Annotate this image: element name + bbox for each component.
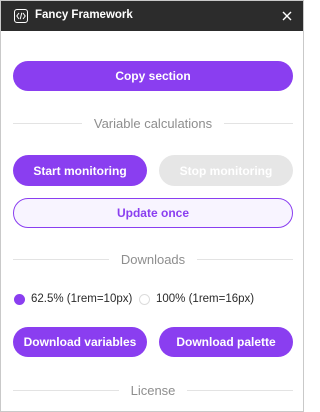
divider-line — [197, 258, 294, 260]
radio-label: 100% (1rem=16px) — [156, 293, 255, 305]
stop-monitoring-button[interactable]: Stop monitoring — [159, 155, 293, 186]
radio-unselected-icon[interactable] — [139, 293, 150, 305]
variable-calculations-heading: Variable calculations — [93, 115, 213, 131]
download-palette-button[interactable]: Download palette — [159, 327, 293, 357]
start-monitoring-button[interactable]: Start monitoring — [13, 155, 147, 186]
radio-option-100[interactable]: 100% (1rem=16px) — [139, 293, 254, 305]
copy-section-button[interactable]: Copy section — [13, 61, 293, 91]
update-once-button[interactable]: Update once — [13, 198, 293, 228]
divider-line — [13, 389, 119, 391]
divider-line — [13, 122, 82, 124]
code-icon — [14, 9, 28, 23]
divider-line — [13, 258, 109, 260]
downloads-heading: Downloads — [120, 251, 186, 267]
license-heading: License — [130, 382, 176, 398]
download-variables-button[interactable]: Download variables — [13, 327, 147, 357]
downloads-divider: Downloads — [13, 250, 294, 268]
divider-line — [224, 122, 293, 124]
window-title: Fancy Framework — [35, 9, 133, 21]
license-divider: License — [13, 381, 293, 399]
title-bar: Fancy Framework — [1, 1, 303, 31]
radio-selected-icon[interactable] — [14, 293, 25, 305]
divider-line — [187, 389, 293, 391]
variable-calculations-divider: Variable calculations — [13, 114, 293, 132]
radio-option-62-5[interactable]: 62.5% (1rem=10px) — [14, 293, 132, 305]
radio-label: 62.5% (1rem=10px) — [31, 293, 133, 305]
close-icon[interactable] — [279, 8, 295, 24]
